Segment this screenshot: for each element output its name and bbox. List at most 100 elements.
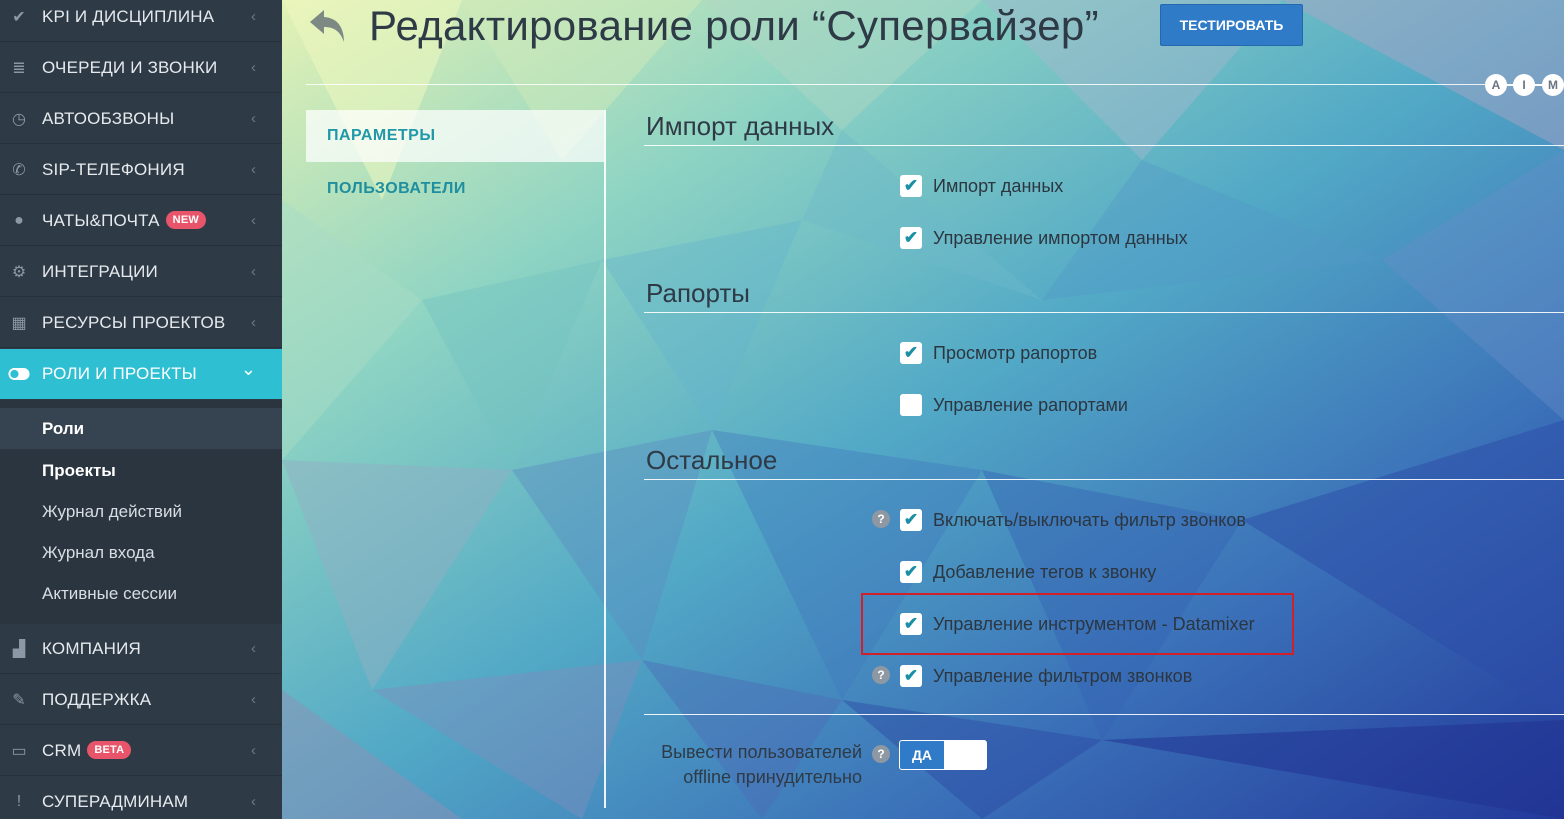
chevron-left-icon: ‹ [251,640,256,657]
submenu-active-sessions[interactable]: Активные сессии [0,573,282,614]
nav-label: РЕСУРСЫ ПРОЕКТОВ [42,312,226,332]
checkbox-checked[interactable]: ✔ [900,342,922,364]
nav-queues-calls[interactable]: ≣ ОЧЕРЕДИ И ЗВОНКИ ‹ [0,43,282,93]
chat-icon: ● [14,211,24,229]
submenu-login-log[interactable]: Журнал входа [0,532,282,573]
nav-label-text: CRM [42,740,82,760]
option-import-data[interactable]: ✔ Импорт данных [900,173,1063,199]
wrench-icon: ✎ [12,691,26,709]
nav-chats-mail[interactable]: ● ЧАТЫ&ПОЧТА NEW ‹ [0,196,282,246]
force-offline-label-line1: Вывести пользователей [661,742,862,762]
chevron-left-icon: ‹ [251,691,256,708]
beta-badge: BETA [87,741,132,760]
section-title-reports: Рапорты [646,278,750,308]
page-title: Редактирование роли “Супервайзер” [369,2,1099,49]
nav-label: КОМПАНИЯ [42,638,142,658]
checkbox-checked[interactable]: ✔ [900,509,922,531]
nav-label: CRM BETA [42,740,132,761]
main-content: Редактирование роли “Супервайзер” ТЕСТИР… [282,0,1564,819]
gears-icon: ⚙ [11,263,27,281]
nav-label: ЧАТЫ&ПОЧТА NEW [42,211,206,231]
tab-parameters[interactable]: ПАРАМЕТРЫ [306,110,604,162]
option-label: Импорт данных [933,175,1064,196]
submenu-projects[interactable]: Проекты [0,450,282,491]
nav-autodial[interactable]: ◷ АВТООБЗВОНЫ ‹ [0,94,282,144]
nav-label: РОЛИ И ПРОЕКТЫ [42,364,197,383]
submenu-action-log[interactable]: Журнал действий [0,491,282,532]
nav-label: KPI И ДИСЦИПЛИНА [42,6,215,26]
chevron-left-icon: ‹ [251,263,256,280]
back-arrow-icon[interactable] [306,6,350,46]
section-divider [644,312,1564,313]
nav-label-text: ЧАТЫ&ПОЧТА [42,210,160,230]
nav-label: ПОДДЕРЖКА [42,689,152,709]
section-divider [644,479,1564,480]
checkbox-checked[interactable]: ✔ [900,175,922,197]
option-add-call-tags[interactable]: ✔ Добавление тегов к звонку [900,559,1156,585]
checkbox-checked[interactable]: ✔ [900,227,922,249]
nav-superadmins[interactable]: ! СУПЕРАДМИНАМ ‹ [0,777,282,819]
nav-label: СУПЕРАДМИНАМ [42,791,189,811]
option-manage-reports[interactable]: Управление рапортами [900,392,1128,418]
chevron-left-icon: ‹ [251,59,256,76]
chevron-left-icon: ‹ [251,161,256,178]
aim-a-button[interactable]: A [1485,74,1507,96]
nav-support[interactable]: ✎ ПОДДЕРЖКА ‹ [0,675,282,725]
nav-label: АВТООБЗВОНЫ [42,108,175,128]
tab-users[interactable]: ПОЛЬЗОВАТЕЛИ [306,163,604,215]
roles-submenu: Роли Проекты Журнал действий Журнал вход… [0,400,282,624]
chevron-left-icon: ‹ [251,742,256,759]
option-label: Включать/выключать фильтр звонков [933,509,1246,530]
grid-icon: ▦ [11,314,27,332]
checkbox-checked[interactable]: ✔ [900,665,922,687]
option-manage-call-filter[interactable]: ✔ Управление фильтром звонков [900,663,1192,689]
chevron-left-icon: ‹ [251,793,256,810]
help-icon[interactable]: ? [872,666,890,684]
checkbox-unchecked[interactable] [900,394,922,416]
header-divider [306,84,1486,85]
section-divider [644,145,1564,146]
clock-icon: ◷ [12,110,26,128]
option-label: Просмотр рапортов [933,342,1098,363]
nav-company[interactable]: ▟ КОМПАНИЯ ‹ [0,624,282,674]
phone-icon: ✆ [12,161,26,179]
option-label: Добавление тегов к звонку [933,561,1157,582]
aim-m-button[interactable]: M [1542,74,1564,96]
option-toggle-call-filter[interactable]: ✔ Включать/выключать фильтр звонков [900,507,1246,533]
nav-kpi[interactable]: ✔ KPI И ДИСЦИПЛИНА ‹ [0,0,282,42]
test-button[interactable]: ТЕСТИРОВАТЬ [1160,4,1303,46]
help-icon[interactable]: ? [872,745,890,763]
toggle-icon [8,363,30,385]
nav-project-resources[interactable]: ▦ РЕСУРСЫ ПРОЕКТОВ ‹ [0,298,282,348]
section-divider [644,714,1564,715]
section-title-other: Остальное [646,445,778,475]
option-label: Управление импортом данных [933,227,1188,248]
nav-integrations[interactable]: ⚙ ИНТЕГРАЦИИ ‹ [0,247,282,297]
settings-tabs: ПАРАМЕТРЫ ПОЛЬЗОВАТЕЛИ [306,110,606,808]
nav-roles-projects[interactable]: РОЛИ И ПРОЕКТЫ ⌄ [0,349,282,399]
bar-chart-icon: ▟ [12,640,26,658]
option-manage-import[interactable]: ✔ Управление импортом данных [900,225,1188,251]
sidebar: ✔ KPI И ДИСЦИПЛИНА ‹ ≣ ОЧЕРЕДИ И ЗВОНКИ … [0,0,282,819]
aim-i-button[interactable]: I [1513,74,1535,96]
checkbox-checked[interactable]: ✔ [900,561,922,583]
nav-crm[interactable]: ▭ CRM BETA ‹ [0,726,282,776]
chevron-left-icon: ‹ [251,8,256,25]
highlight-box [861,593,1294,655]
chevron-left-icon: ‹ [251,212,256,229]
force-offline-label-line2: offline принудительно [683,767,862,787]
nav-label: ОЧЕРЕДИ И ЗВОНКИ [42,57,218,77]
chevron-left-icon: ‹ [251,314,256,331]
option-label: Управление рапортами [933,394,1128,415]
list-icon: ≣ [12,59,26,77]
force-offline-toggle[interactable]: ДА [899,740,987,770]
option-view-reports[interactable]: ✔ Просмотр рапортов [900,340,1097,366]
submenu-roles[interactable]: Роли [0,408,282,449]
toggle-on-label: ДА [900,741,944,769]
new-badge: NEW [165,211,206,230]
section-title-import: Импорт данных [646,111,835,141]
option-label: Управление фильтром звонков [933,665,1193,686]
help-icon[interactable]: ? [872,510,890,528]
monitor-icon: ▭ [11,742,27,760]
nav-sip[interactable]: ✆ SIP-ТЕЛЕФОНИЯ ‹ [0,145,282,195]
